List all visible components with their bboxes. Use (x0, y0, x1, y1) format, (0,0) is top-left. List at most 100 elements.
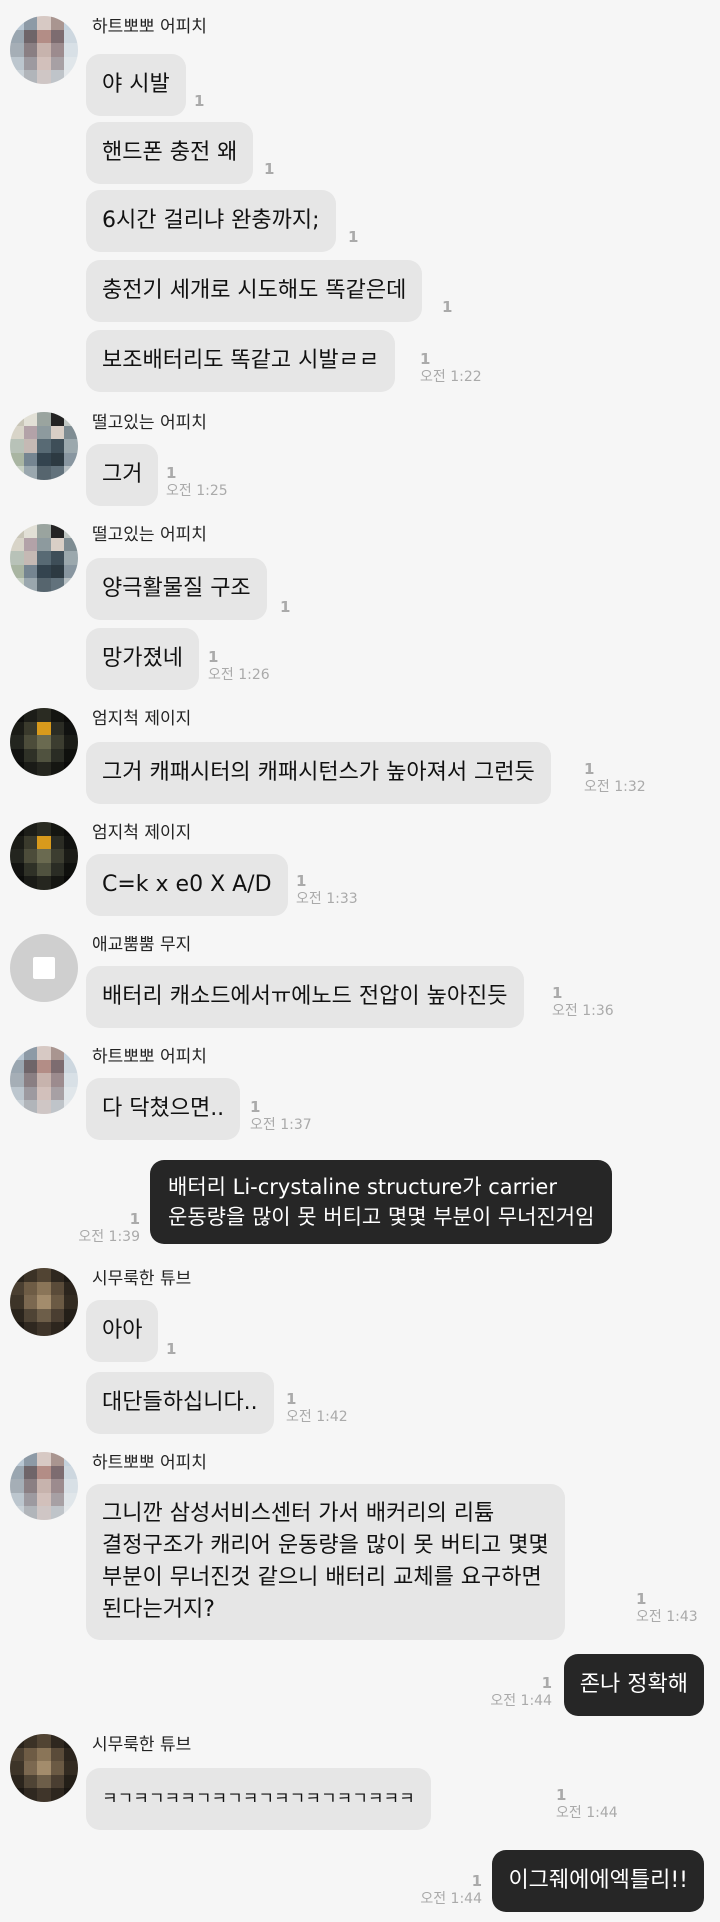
avatar-pixel (23, 29, 38, 44)
message-bubble[interactable]: ㅋㄱㅋㄱㅋㅋㄱㅋㄱㅋㄱㅋㄱㅋㄱㅋㄱㅋㅋㅋ (86, 1768, 431, 1830)
avatar-pixel (10, 1059, 24, 1074)
message-meta: 1 오전 1:32 (584, 760, 646, 796)
avatar-pixel (37, 29, 51, 44)
avatar-pixel (50, 822, 65, 836)
unread-count: 1 (348, 228, 359, 246)
avatar-pixel (64, 1465, 78, 1480)
message-meta: 1 (166, 1340, 176, 1358)
avatar-pixel (37, 1734, 51, 1748)
unread-count: 1 (556, 1786, 567, 1804)
message-bubble[interactable]: 배터리 캐소드에서ㅠ에노드 전압이 높아진듯 (86, 966, 524, 1028)
message-bubble[interactable]: C=k x e0 X A/D (86, 854, 288, 916)
message-meta: 1 (280, 598, 290, 616)
timestamp: 오전 1:44 (420, 1891, 482, 1907)
timestamp: 오전 1:44 (490, 1693, 552, 1709)
avatar-pixel (37, 1747, 51, 1762)
message-row: 6시간 걸리냐 완충까지; 1 (0, 190, 720, 252)
avatar-pixel (50, 1734, 65, 1748)
message-bubble[interactable]: 양극활물질 구조 (86, 558, 267, 620)
message-bubble-mine[interactable]: 존나 정확해 (563, 1654, 704, 1716)
avatar-pixel (50, 537, 65, 552)
avatar-pixel (10, 1734, 24, 1748)
message-meta: 1 오전 1:36 (552, 984, 614, 1020)
avatar-pixel (10, 1281, 24, 1296)
message-bubble[interactable]: 충전기 세개로 시도해도 똑같은데 (86, 260, 423, 322)
message-meta: 1 (442, 298, 452, 316)
message-bubble[interactable]: 6시간 걸리냐 완충까지; (86, 190, 336, 252)
avatar-pixel (23, 1465, 38, 1480)
message-meta: 1 오전 1:33 (296, 872, 358, 908)
timestamp: 오전 1:39 (78, 1229, 140, 1245)
avatar-pixel (10, 835, 24, 850)
avatar-pixel (37, 524, 51, 538)
avatar-pixel (10, 29, 24, 44)
avatar-pixel (64, 16, 78, 30)
avatar-pixel (50, 708, 65, 722)
message-row: 그거 1 오전 1:25 (0, 444, 720, 506)
avatar-pixel (64, 1452, 78, 1466)
avatar-pixel (10, 425, 24, 440)
avatar-pixel (64, 1281, 78, 1296)
sender-name: 시무룩한 튜브 (92, 1269, 192, 1289)
avatar-pixel (50, 16, 65, 30)
message-bubble[interactable]: 그거 캐패시터의 캐패시턴스가 높아져서 그런듯 (86, 742, 551, 804)
avatar-pixel (37, 425, 51, 440)
message-bubble[interactable]: 핸드폰 충전 왜 (86, 122, 254, 184)
avatar-pixel (50, 1747, 65, 1762)
avatar-pixel (23, 708, 38, 722)
avatar-pixel (23, 537, 38, 552)
timestamp: 오전 1:32 (584, 779, 646, 795)
unread-count: 1 (166, 464, 177, 482)
avatar-pixel (10, 537, 24, 552)
message-meta: 1 오전 1:25 (166, 464, 228, 500)
avatar-pixel (23, 1268, 38, 1282)
message-meta: 1 (194, 92, 204, 110)
unread-count: 1 (129, 1210, 140, 1228)
avatar-pixel (50, 425, 65, 440)
message-bubble[interactable]: 망가졌네 (86, 628, 199, 690)
message-bubble-mine[interactable]: 이그줴에에엑틀리!! (492, 1850, 704, 1912)
unread-count: 1 (442, 298, 453, 316)
message-bubble[interactable]: 야 시발 (86, 54, 186, 116)
chat-view[interactable]: 하트뽀뽀 어피치 야 시발 1 핸드폰 충전 왜 1 6시간 걸리냐 완충까지;… (0, 0, 720, 1922)
message-bubble[interactable]: 보조배터리도 똑같고 시발ㄹㄹ (86, 330, 396, 392)
message-bubble[interactable]: 대단들하십니다.. (86, 1372, 274, 1434)
avatar-pixel (23, 524, 38, 538)
avatar-pixel (37, 537, 51, 552)
avatar-pixel (23, 1452, 38, 1466)
unread-count: 1 (552, 984, 563, 1002)
message-meta: 1 오전 1:44 (490, 1674, 552, 1710)
avatar-pixel (23, 412, 38, 426)
message-meta: 1 오전 1:42 (286, 1390, 348, 1426)
unread-count: 1 (420, 350, 431, 368)
message-bubble-mine[interactable]: 배터리 Li-crystaline structure가 carrier 운동량… (150, 1160, 613, 1244)
timestamp: 오전 1:36 (552, 1003, 614, 1019)
avatar-pixel (50, 1281, 65, 1296)
avatar-pixel (10, 721, 24, 736)
message-bubble[interactable]: 아아 (86, 1300, 159, 1362)
unread-count: 1 (194, 92, 205, 110)
avatar-pixel (37, 1465, 51, 1480)
message-meta: 1 (264, 160, 274, 178)
avatar-pixel (23, 1281, 38, 1296)
message-row: 아아 1 (0, 1300, 720, 1362)
avatar-pixel (10, 1046, 24, 1060)
avatar-pixel (50, 524, 65, 538)
message-bubble[interactable]: 다 닥쳤으면.. (86, 1078, 241, 1140)
avatar-pixel (64, 425, 78, 440)
unread-count: 1 (264, 160, 275, 178)
message-bubble[interactable]: 그니깐 삼성서비스센터 가서 배커리의 리튬 결정구조가 캐리어 운동량을 많이… (86, 1484, 565, 1640)
avatar-pixel (23, 1046, 38, 1060)
sender-name: 떨고있는 어피치 (92, 525, 207, 545)
avatar-pixel (10, 1452, 24, 1466)
avatar-pixel (37, 1452, 51, 1466)
avatar-pixel (50, 721, 65, 736)
message-row: ㅋㄱㅋㄱㅋㅋㄱㅋㄱㅋㄱㅋㄱㅋㄱㅋㄱㅋㅋㅋ 1 오전 1:44 (0, 1768, 720, 1830)
unread-count: 1 (286, 1390, 297, 1408)
message-bubble[interactable]: 그거 (86, 444, 159, 506)
message-row: 핸드폰 충전 왜 1 (0, 122, 720, 184)
avatar-pixel (50, 29, 65, 44)
message-row: 충전기 세개로 시도해도 똑같은데 1 (0, 260, 720, 322)
message-meta: 1 오전 1:44 (556, 1786, 618, 1822)
avatar-pixel (50, 1452, 65, 1466)
